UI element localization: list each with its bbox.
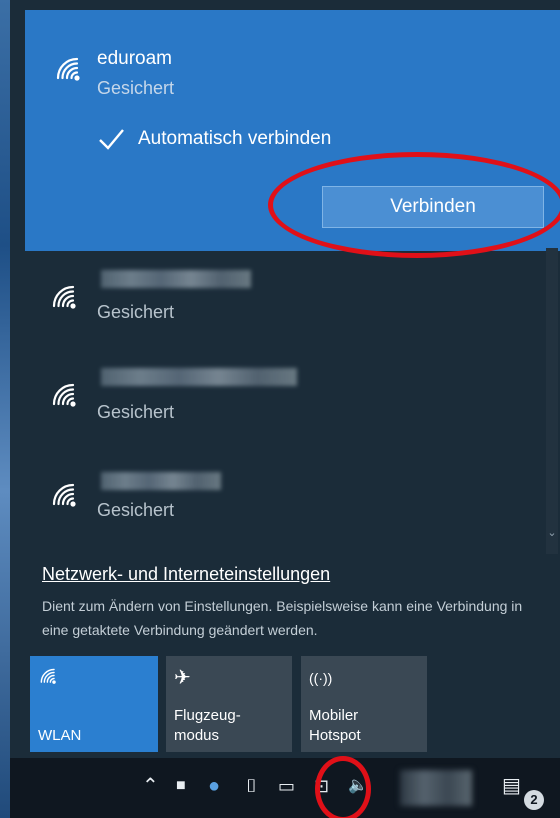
network-list-item[interactable]: Gesichert <box>25 460 545 550</box>
auto-connect-label[interactable]: Automatisch verbinden <box>138 128 331 150</box>
taskbar: ⌃ ■ ● ⌷ ▭ ⊡ 🔈 ▤ <box>10 758 560 818</box>
tile-label: Mobiler Hotspot <box>309 707 361 744</box>
chevron-up-icon[interactable]: ⌃ <box>142 774 159 798</box>
redacted-clock <box>400 770 472 806</box>
desktop-background <box>0 0 10 818</box>
tablet-icon[interactable]: ■ <box>176 774 186 798</box>
tile-label: WLAN <box>38 727 82 744</box>
network-flyout: eduroam Gesichert Automatisch verbinden … <box>10 0 560 818</box>
auto-connect-checkbox[interactable] <box>95 125 127 153</box>
network-security-status: Gesichert <box>97 78 175 98</box>
wifi-icon <box>53 54 83 82</box>
scroll-down-icon[interactable]: ⌄ <box>547 526 557 540</box>
redacted-network-name <box>101 270 251 288</box>
network-settings-description: Dient zum Ändern von Einstellungen. Beis… <box>42 598 523 638</box>
network-security-status: Gesichert <box>97 302 175 322</box>
mobile-hotspot-tile[interactable]: ((·)) Mobiler Hotspot <box>301 656 427 752</box>
network-settings-link[interactable]: Netzwerk- und Interneteinstellungen <box>42 564 330 585</box>
hotspot-icon: ((·)) <box>309 670 333 686</box>
network-security-status: Gesichert <box>97 402 175 422</box>
redacted-network-name <box>101 368 297 386</box>
network-name: eduroam <box>97 48 172 69</box>
power-icon[interactable]: ▭ <box>278 774 295 798</box>
connect-button[interactable]: Verbinden <box>322 186 544 228</box>
wifi-icon <box>49 480 79 508</box>
usb-icon[interactable]: ⌷ <box>246 774 257 798</box>
airplane-mode-tile[interactable]: ✈ Flugzeug- modus <box>166 656 292 752</box>
redacted-network-name <box>101 472 221 490</box>
wifi-icon <box>49 282 79 310</box>
network-icon[interactable]: ⊡ <box>314 774 329 798</box>
wifi-icon <box>38 666 150 690</box>
network-list-item[interactable]: Gesichert <box>25 262 545 352</box>
tile-label: Flugzeug- modus <box>174 707 241 744</box>
notification-center-icon[interactable]: ▤ <box>502 774 521 798</box>
wifi-icon <box>49 380 79 408</box>
scrollbar[interactable] <box>546 248 558 554</box>
notification-count-badge: 2 <box>524 790 544 810</box>
network-list-item[interactable]: Gesichert <box>25 360 545 450</box>
wlan-toggle-tile[interactable]: WLAN <box>30 656 158 752</box>
airplane-icon: ✈ <box>174 667 191 689</box>
volume-icon[interactable]: 🔈 <box>348 774 368 798</box>
globe-icon[interactable]: ● <box>208 774 220 798</box>
network-security-status: Gesichert <box>97 500 175 520</box>
